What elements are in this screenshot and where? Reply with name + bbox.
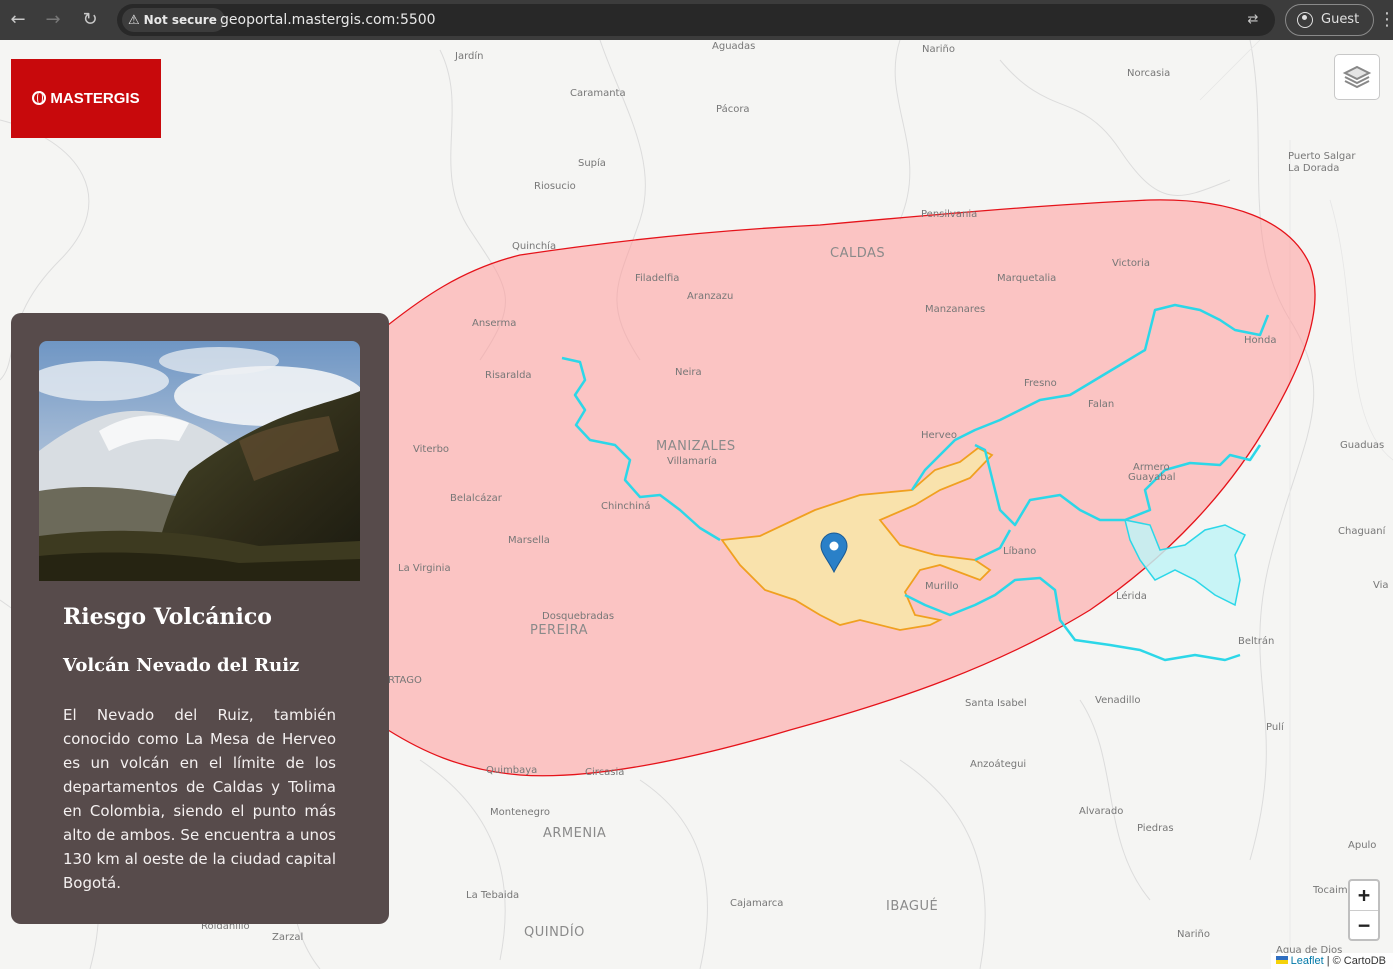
place-label: Chinchiná xyxy=(601,500,651,512)
place-label: PEREIRA xyxy=(530,623,588,638)
zoom-in-button[interactable]: + xyxy=(1350,881,1378,911)
place-label: Nariño xyxy=(922,44,955,55)
place-label: Guayabal xyxy=(1128,472,1176,483)
place-label: Belalcázar xyxy=(450,492,503,504)
place-label: Chaguaní xyxy=(1338,525,1387,537)
url-text[interactable]: geoportal.mastergis.com:5500 xyxy=(220,4,436,36)
place-label: Piedras xyxy=(1137,823,1174,834)
place-label: Montenegro xyxy=(490,807,550,818)
security-chip[interactable]: ⚠ Not secure xyxy=(122,8,225,32)
panel-description: El Nevado del Ruiz, también conocido com… xyxy=(63,706,336,892)
place-label: Viterbo xyxy=(413,444,449,455)
panel-title: Riesgo Volcánico xyxy=(63,604,272,630)
place-label: Guaduas xyxy=(1340,440,1384,451)
place-label: CALDAS xyxy=(830,246,885,261)
place-label: Venadillo xyxy=(1095,695,1140,706)
place-label: Beltrán xyxy=(1238,635,1274,647)
place-label: Supía xyxy=(578,157,606,169)
place-label: Pulí xyxy=(1266,721,1285,733)
layers-icon xyxy=(1342,65,1372,89)
place-label: Santa Isabel xyxy=(965,698,1027,709)
place-label: RTAGO xyxy=(388,675,422,686)
place-label: Alvarado xyxy=(1079,806,1123,817)
place-label: Apulo xyxy=(1348,840,1376,851)
place-label: La Dorada xyxy=(1288,163,1339,174)
place-label: Villamaría xyxy=(667,455,717,467)
place-label: MANIZALES xyxy=(656,439,736,454)
place-label: Pensilvania xyxy=(921,209,977,220)
forward-icon[interactable]: → xyxy=(41,8,65,32)
place-label: Via xyxy=(1373,580,1389,591)
place-label: Pácora xyxy=(716,103,750,115)
browser-toolbar: ← → ↻ ⚠ Not secure geoportal.mastergis.co… xyxy=(0,0,1393,40)
place-label: Marsella xyxy=(508,535,550,546)
place-label: Fresno xyxy=(1024,378,1057,389)
ukraine-flag-icon xyxy=(1275,956,1288,964)
risk-zone-polygon[interactable] xyxy=(387,199,1316,777)
place-label: La Virginia xyxy=(398,563,451,574)
profile-icon xyxy=(1297,12,1313,28)
place-label: Lérida xyxy=(1116,590,1147,602)
mastergis-logo[interactable]: MASTERGIS xyxy=(11,59,161,138)
back-icon[interactable]: ← xyxy=(6,8,30,32)
panel-subtitle: Volcán Nevado del Ruiz xyxy=(63,655,300,676)
translate-icon[interactable]: ⇄ xyxy=(1243,10,1263,30)
warning-icon: ⚠ xyxy=(128,13,140,28)
logo-text: MASTERGIS xyxy=(50,90,140,107)
volcano-photo xyxy=(39,341,360,581)
map[interactable]: Jardín Aguadas Nariño Caramanta Pácora N… xyxy=(0,40,1393,969)
place-label: Anzoátegui xyxy=(970,758,1026,770)
place-label: Puerto Salgar xyxy=(1288,151,1356,162)
place-label: Riosucio xyxy=(534,181,576,192)
attribution: Leaflet | © CartoDB xyxy=(1270,953,1393,969)
kebab-menu-icon[interactable]: ⋮ xyxy=(1378,8,1393,32)
place-label: Quimbaya xyxy=(486,765,537,776)
profile-label: Guest xyxy=(1321,12,1360,27)
place-label: Nariño xyxy=(1177,929,1210,940)
place-label: Honda xyxy=(1244,335,1276,346)
security-label: Not secure xyxy=(143,13,217,27)
attribution-text: | © CartoDB xyxy=(1326,955,1386,967)
place-label: Aranzazu xyxy=(687,291,733,302)
leaflet-link[interactable]: Leaflet xyxy=(1291,955,1324,967)
place-label: Zarzal xyxy=(272,932,303,943)
place-label: Herveo xyxy=(921,430,957,441)
place-label: Líbano xyxy=(1003,545,1036,557)
profile-button[interactable]: Guest xyxy=(1285,4,1374,36)
info-panel: Riesgo Volcánico Volcán Nevado del Ruiz … xyxy=(11,313,389,924)
globe-icon xyxy=(32,91,47,105)
place-label: ARMENIA xyxy=(543,826,606,841)
place-label: Risaralda xyxy=(485,370,532,381)
place-label: Quinchía xyxy=(512,240,556,252)
zoom-control: + − xyxy=(1348,879,1380,941)
place-label: QUINDÍO xyxy=(524,924,585,940)
place-label: Jardín xyxy=(454,50,483,62)
place-label: Neira xyxy=(675,367,702,378)
place-label: Dosquebradas xyxy=(542,611,614,622)
place-label: La Tebaida xyxy=(466,890,519,901)
reload-icon[interactable]: ↻ xyxy=(78,8,102,32)
place-label: Circasia xyxy=(585,767,624,778)
place-label: Victoria xyxy=(1112,258,1150,269)
place-label: Caramanta xyxy=(570,88,626,99)
layers-control[interactable] xyxy=(1334,54,1380,100)
zoom-out-button[interactable]: − xyxy=(1350,911,1378,940)
place-label: Anserma xyxy=(472,318,516,329)
place-label: Manzanares xyxy=(925,304,985,315)
place-label: Filadelfia xyxy=(635,273,679,284)
place-label: IBAGUÉ xyxy=(886,898,938,914)
place-label: Cajamarca xyxy=(730,898,783,909)
place-label: Tocaim xyxy=(1312,885,1348,896)
address-bar[interactable]: ⚠ Not secure geoportal.mastergis.com:5500… xyxy=(117,4,1275,36)
place-label: Aguadas xyxy=(712,41,755,52)
place-label: Falan xyxy=(1088,399,1114,410)
place-label: Norcasia xyxy=(1127,68,1170,79)
place-label: Murillo xyxy=(925,581,959,592)
place-label: Marquetalia xyxy=(997,273,1056,284)
